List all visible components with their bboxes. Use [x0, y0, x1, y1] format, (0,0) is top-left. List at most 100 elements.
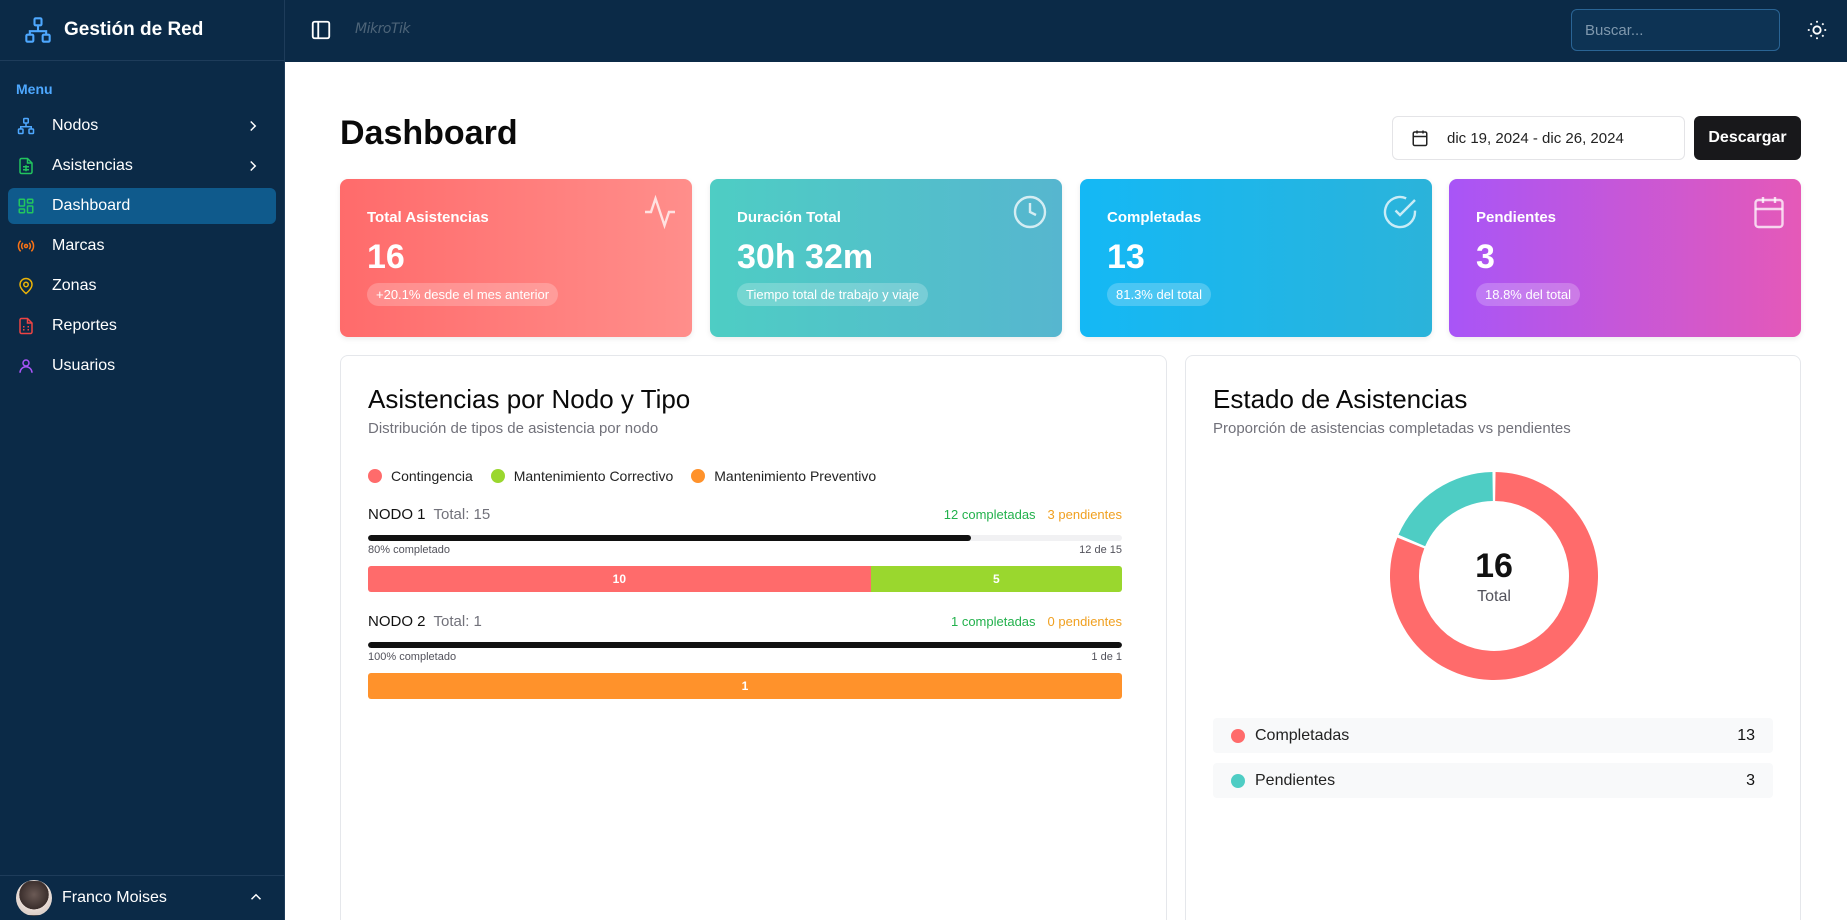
map-pin-icon	[16, 276, 36, 296]
network-icon	[25, 17, 51, 43]
mikrotik-logo: MikroTik	[355, 21, 410, 37]
node-completed: 1 completadas	[950, 614, 1036, 629]
page-title: Dashboard	[340, 114, 518, 152]
nodes-card: Asistencias por Nodo y Tipo Distribución…	[340, 355, 1167, 920]
card-subtitle: Proporción de asistencias completadas vs…	[1213, 420, 1571, 437]
card-subtitle: Distribución de tipos de asistencia por …	[368, 420, 659, 437]
date-range-picker[interactable]: dic 19, 2024 - dic 26, 2024	[1392, 116, 1685, 160]
sidebar-item-label: Reportes	[52, 317, 117, 334]
progress-fill	[368, 535, 972, 541]
chevron-right-icon	[250, 120, 257, 132]
layout-grid-icon	[16, 196, 36, 216]
node-progress-bar	[368, 642, 1122, 648]
sidebar-item-asistencias[interactable]: Asistencias	[8, 148, 276, 184]
node-row: NODO 2 Total: 1 1 completadas 0 pendiente…	[368, 613, 1122, 699]
stat-card-completadas: Completadas 13 81.3% del total	[1080, 179, 1432, 337]
progress-fill	[368, 642, 1122, 648]
user-menu[interactable]: Franco Moises	[0, 875, 285, 920]
legend-item: Contingencia	[368, 468, 473, 484]
progress-ratio: 1 de 1	[1091, 651, 1122, 663]
sidebar: Gestión de Red Menu Nodos Asistencias Da…	[0, 0, 285, 920]
stat-note: +20.1% desde el mes anterior	[367, 283, 559, 306]
donut-chart: 16 Total	[1389, 471, 1599, 681]
file-report-icon	[16, 316, 36, 336]
stat-title: Total Asistencias	[367, 209, 489, 226]
avatar	[16, 880, 52, 916]
sidebar-item-usuarios[interactable]: Usuarios	[8, 348, 276, 384]
progress-label: 80% completado	[368, 544, 450, 556]
legend-label: Contingencia	[391, 468, 473, 484]
search-input[interactable]	[1571, 9, 1780, 51]
stat-card-duracion: Duración Total 30h 32m Tiempo total de t…	[710, 179, 1062, 337]
stat-value: 3	[1476, 238, 1495, 276]
node-pending: 0 pendientes	[1047, 614, 1122, 629]
legend-dot	[490, 469, 505, 483]
sidebar-item-label: Nodos	[52, 117, 99, 134]
donut-total-value: 16	[1475, 546, 1513, 585]
topbar: MikroTik	[285, 0, 1847, 62]
calendar-icon	[1754, 197, 1784, 229]
stat-note: 18.8% del total	[1476, 283, 1581, 306]
chevron-up-icon	[250, 893, 262, 900]
sun-icon[interactable]	[1806, 19, 1828, 41]
sidebar-item-label: Zonas	[52, 277, 97, 294]
date-range-text: dic 19, 2024 - dic 26, 2024	[1447, 129, 1624, 147]
check-circle-icon	[1383, 195, 1417, 229]
legend-item: Mantenimiento Preventivo	[691, 468, 876, 484]
node-row: NODO 1 Total: 15 12 completadas 3 pendien…	[368, 506, 1122, 592]
legend-label: Mantenimiento Preventivo	[714, 468, 877, 484]
chevron-right-icon	[250, 160, 257, 172]
file-sheet-icon	[16, 156, 36, 176]
stat-note: 81.3% del total	[1107, 283, 1212, 306]
node-pending: 3 pendientes	[1047, 507, 1122, 522]
stat-value: 16	[367, 238, 405, 276]
donut-center: 16 Total	[1389, 471, 1599, 681]
stat-note: Tiempo total de trabajo y viaje	[737, 283, 928, 306]
clock-icon	[1013, 195, 1047, 229]
sidebar-item-nodos[interactable]: Nodos	[8, 108, 276, 144]
legend-dot	[368, 469, 382, 483]
sidebar-item-dashboard[interactable]: Dashboard	[8, 188, 276, 224]
legend-label: Completadas	[1255, 726, 1350, 744]
card-title: Asistencias por Nodo y Tipo	[368, 384, 691, 414]
stat-card-total: Total Asistencias 16 +20.1% desde el mes…	[340, 179, 692, 337]
legend-item: Mantenimiento Correctivo	[490, 468, 673, 484]
sidebar-item-zonas[interactable]: Zonas	[8, 268, 276, 304]
sidebar-toggle-icon[interactable]	[310, 19, 332, 41]
legend-value: 13	[1737, 726, 1755, 744]
node-total: Total: 1	[433, 613, 482, 630]
status-legend-pendientes: Pendientes 3	[1213, 763, 1773, 798]
radio-icon	[16, 236, 36, 256]
stat-title: Completadas	[1107, 209, 1202, 226]
type-stack-bar: 10 5	[368, 566, 1122, 592]
sidebar-item-marcas[interactable]: Marcas	[8, 228, 276, 264]
progress-label: 100% completado	[368, 651, 457, 663]
download-button[interactable]: Descargar	[1694, 116, 1801, 160]
stat-value: 13	[1107, 238, 1145, 276]
status-legend-completadas: Completadas 13	[1213, 718, 1773, 753]
user-name: Franco Moises	[62, 889, 167, 906]
legend-value: 3	[1746, 771, 1755, 789]
stat-card-pendientes: Pendientes 3 18.8% del total	[1449, 179, 1801, 337]
type-stack-bar: 1	[368, 673, 1122, 699]
node-total: Total: 15	[433, 506, 491, 523]
stack-segment: 5	[870, 566, 1122, 592]
legend: Contingencia Mantenimiento Correctivo Ma…	[368, 468, 894, 484]
status-card: Estado de Asistencias Proporción de asis…	[1185, 355, 1801, 920]
legend-dot	[1231, 773, 1245, 788]
sidebar-item-label: Dashboard	[52, 197, 131, 214]
menu-label: Menu	[16, 81, 53, 97]
node-completed: 12 completadas	[943, 507, 1036, 522]
card-title: Estado de Asistencias	[1213, 384, 1468, 414]
sidebar-item-label: Asistencias	[52, 157, 133, 174]
brand[interactable]: Gestión de Red	[0, 0, 284, 61]
sidebar-item-reportes[interactable]: Reportes	[8, 308, 276, 344]
legend-dot	[1231, 728, 1245, 743]
network-icon	[16, 116, 36, 136]
app-title: Gestión de Red	[64, 19, 204, 40]
stat-title: Pendientes	[1476, 209, 1557, 226]
node-name: NODO 1	[368, 506, 426, 523]
sidebar-item-label: Usuarios	[52, 357, 116, 374]
legend-label: Pendientes	[1255, 771, 1336, 789]
node-progress-bar	[368, 535, 1122, 541]
